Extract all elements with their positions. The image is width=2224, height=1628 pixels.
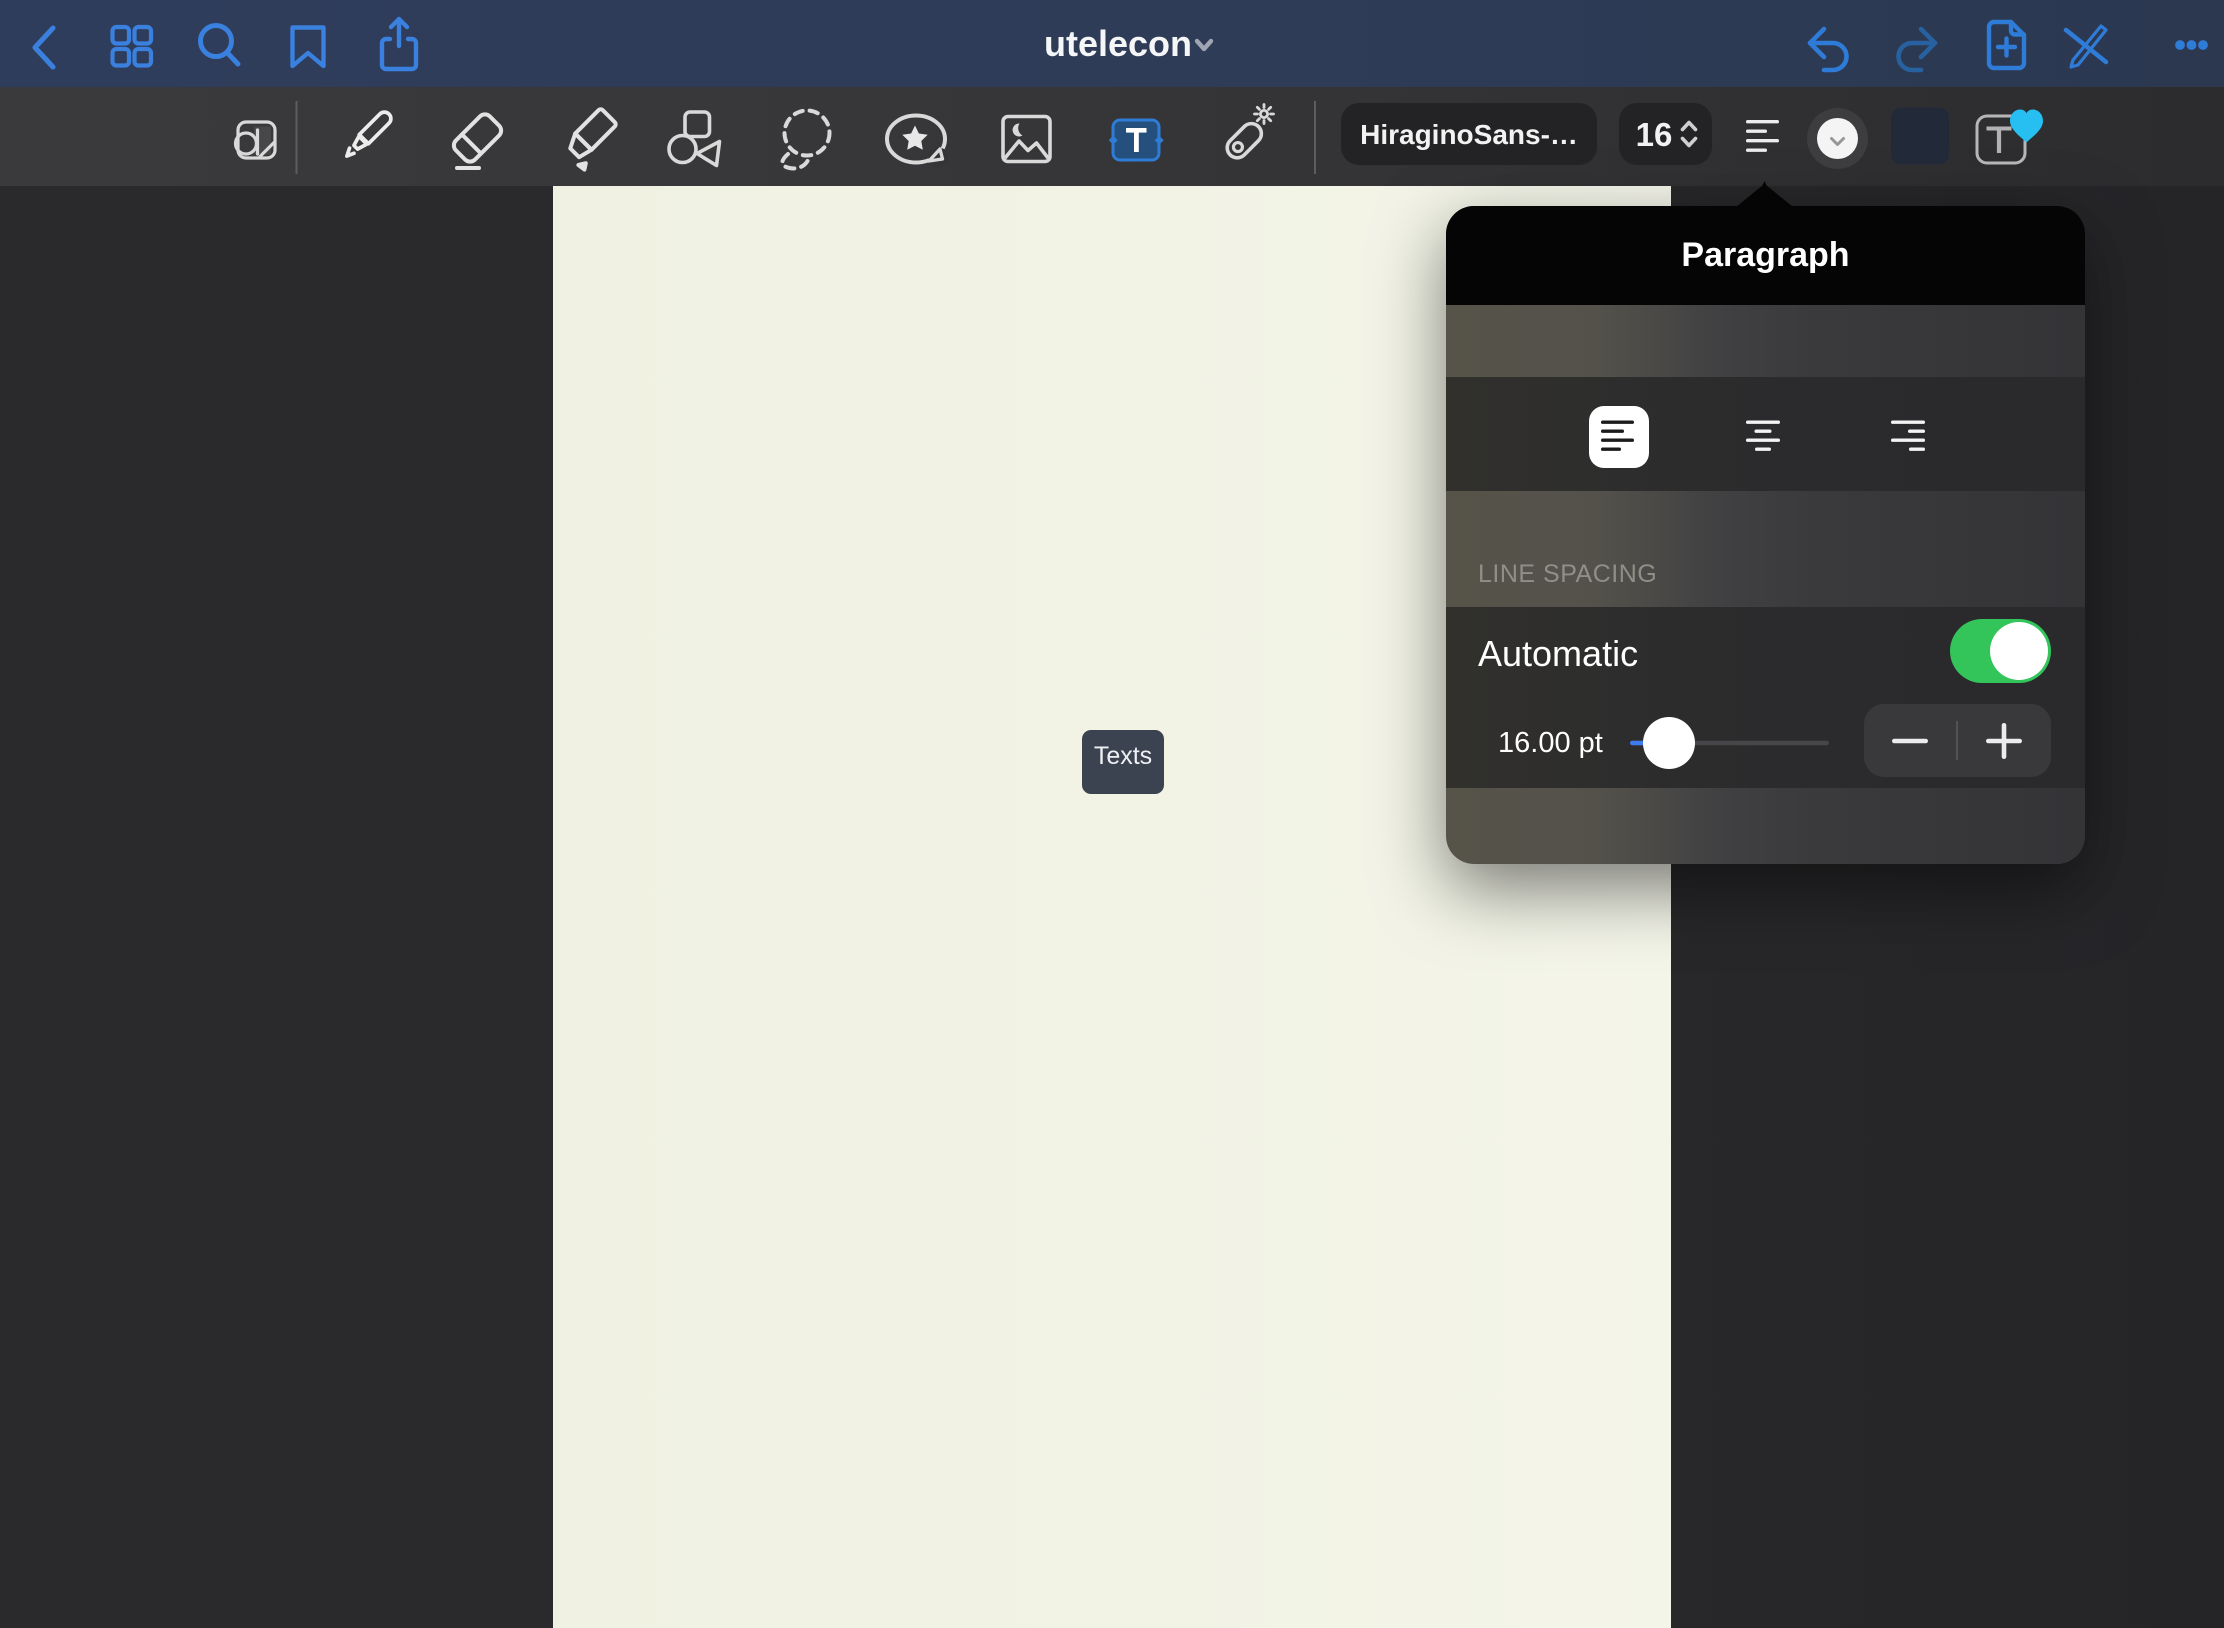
svg-text:16: 16 (1636, 116, 1673, 153)
svg-text:HiraginoSans-…: HiraginoSans-… (1360, 119, 1578, 150)
